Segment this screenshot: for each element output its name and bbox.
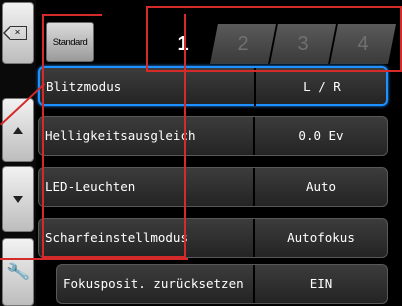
back-button[interactable]: × <box>2 2 34 64</box>
menu-row-value[interactable]: Autofokus <box>255 219 387 257</box>
camera-menu-screen: × 🔧 Standard 1 2 3 4 Blitzmodus L / R He… <box>0 0 402 306</box>
callout-leader-line <box>380 70 402 72</box>
tab-page-2[interactable]: 2 <box>210 24 276 64</box>
menu-row-focus-reset[interactable]: Fokusposit. zurücksetzen EIN <box>56 264 388 304</box>
tab-page-3[interactable]: 3 <box>270 24 336 64</box>
menu-row-value[interactable]: 0.0 Ev <box>255 117 387 155</box>
wrench-icon: 🔧 <box>5 259 31 285</box>
menu-row-value[interactable]: EIN <box>255 265 387 303</box>
shooting-mode-badge[interactable]: Standard <box>46 22 94 62</box>
menu-row-label: Helligkeitsausgleich <box>45 128 196 143</box>
menu-row-focus-mode[interactable]: Scharfeinstellmodus Autofokus <box>38 218 388 258</box>
scroll-down-button[interactable] <box>2 166 34 232</box>
menu-row-flash-mode[interactable]: Blitzmodus L / R <box>38 66 388 106</box>
tab-page-4[interactable]: 4 <box>330 24 396 64</box>
arrow-up-icon <box>13 126 23 134</box>
menu-row-brightness[interactable]: Helligkeitsausgleich 0.0 Ev <box>38 116 388 156</box>
menu-row-label: LED-Leuchten <box>45 179 136 194</box>
mode-callout-top <box>42 14 102 16</box>
side-button-rail: × 🔧 <box>0 0 36 306</box>
menu-row-value[interactable]: L / R <box>256 68 388 106</box>
tab-page-1[interactable]: 1 <box>150 24 216 64</box>
menu-row-value[interactable]: Auto <box>255 168 387 206</box>
menu-row-label: Scharfeinstellmodus <box>45 230 188 245</box>
menu-row-label: Fokusposit. zurücksetzen <box>63 276 244 291</box>
back-x-icon: × <box>2 26 27 40</box>
arrow-down-icon <box>13 195 23 203</box>
settings-button[interactable]: 🔧 <box>2 238 34 306</box>
menu-row-label: Blitzmodus <box>46 79 122 94</box>
menu-page-tabs: 1 2 3 4 <box>150 24 402 64</box>
menu-row-led-lights[interactable]: LED-Leuchten Auto <box>38 167 388 207</box>
callout-leader-line <box>0 258 188 260</box>
